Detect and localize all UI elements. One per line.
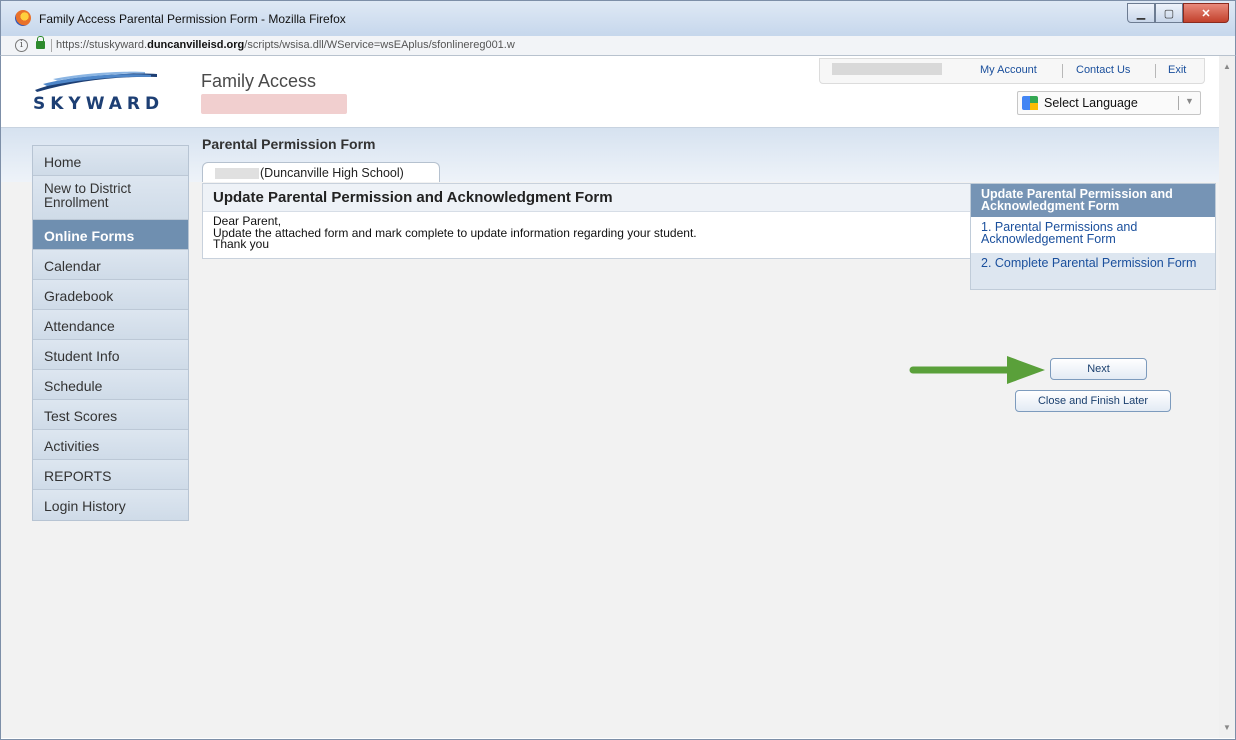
sidebar-item-calendar[interactable]: Calendar: [33, 250, 188, 280]
language-select[interactable]: Select Language ▼: [1017, 91, 1201, 115]
minimize-button[interactable]: ▁: [1127, 3, 1155, 23]
redacted-user-name: [832, 63, 942, 75]
url-domain: duncanvilleisd.org: [147, 39, 245, 51]
account-bar: My Account Contact Us Exit: [819, 58, 1205, 84]
address-bar[interactable]: i https://stuskyward.duncanvilleisd.org/…: [0, 36, 1236, 56]
skyward-logo[interactable]: SKYWARD: [31, 70, 161, 120]
close-and-finish-later-button[interactable]: Close and Finish Later: [1015, 390, 1171, 412]
sidebar-item-online-forms[interactable]: Online Forms: [33, 220, 188, 250]
firefox-icon: [15, 10, 31, 26]
sidebar-item-label: New to District Enrollment: [44, 181, 132, 210]
skyward-swoosh-icon: [35, 71, 157, 92]
vertical-scrollbar[interactable]: ▲ ▼: [1218, 56, 1235, 738]
redacted-student-name: [201, 94, 347, 114]
sidebar-item-home[interactable]: Home: [33, 146, 188, 176]
close-window-button[interactable]: ✕: [1183, 3, 1229, 23]
tab-student[interactable]: (Duncanville High School): [202, 162, 440, 182]
panel-message: Dear Parent, Update the attached form an…: [203, 212, 984, 255]
logo-text: SKYWARD: [33, 94, 165, 114]
scroll-down-icon[interactable]: ▼: [1223, 723, 1231, 732]
message-line: Update the attached form and mark comple…: [213, 225, 697, 240]
url-path: /scripts/wsisa.dll/WService=wsEAplus/sfo…: [244, 39, 515, 51]
info-icon[interactable]: i: [15, 39, 28, 52]
redacted-student-tab-name: [215, 168, 259, 179]
maximize-button[interactable]: ▢: [1155, 3, 1183, 23]
link-divider: [1155, 64, 1156, 78]
sidebar-nav: Home New to District Enrollment Online F…: [32, 145, 189, 521]
language-label: Select Language: [1044, 96, 1138, 110]
app-title: Family Access: [201, 71, 317, 91]
window-titlebar: Family Access Parental Permission Form -…: [0, 0, 1236, 36]
lock-icon: [36, 36, 45, 49]
sidebar-item-activities[interactable]: Activities: [33, 430, 188, 460]
form-panel: Update Parental Permission and Acknowled…: [202, 183, 985, 259]
sidebar-item-attendance[interactable]: Attendance: [33, 310, 188, 340]
exit-link[interactable]: Exit: [1168, 64, 1186, 76]
scroll-up-icon[interactable]: ▲: [1223, 62, 1231, 71]
panel-title: Update Parental Permission and Acknowled…: [203, 184, 984, 212]
green-arrow-icon: [909, 356, 1045, 384]
step-link-1[interactable]: 1. Parental Permissions and Acknowledgem…: [971, 217, 1215, 253]
window-title: Family Access Parental Permission Form -…: [39, 12, 346, 26]
url-text[interactable]: https://stuskyward.duncanvilleisd.org/sc…: [56, 39, 515, 51]
window-controls: ▁ ▢ ✕: [1127, 3, 1229, 23]
sidebar-item-reports[interactable]: REPORTS: [33, 460, 188, 490]
url-prefix: https://stuskyward.: [56, 39, 148, 51]
step-link-2[interactable]: 2. Complete Parental Permission Form: [971, 253, 1215, 289]
steps-panel: Update Parental Permission and Acknowled…: [970, 183, 1216, 290]
sidebar-item-student-info[interactable]: Student Info: [33, 340, 188, 370]
chevron-down-icon[interactable]: ▼: [1185, 96, 1194, 106]
sidebar-item-login-history[interactable]: Login History: [33, 490, 188, 520]
sidebar-item-gradebook[interactable]: Gradebook: [33, 280, 188, 310]
link-divider: [1062, 64, 1063, 78]
page-viewport: ▲ ▼ SKYWARD Family Access My Account Con…: [0, 56, 1236, 740]
sidebar-item-schedule[interactable]: Schedule: [33, 370, 188, 400]
page-title: Parental Permission Form: [202, 136, 376, 152]
tab-label: (Duncanville High School): [260, 166, 404, 180]
sidebar-item-test-scores[interactable]: Test Scores: [33, 400, 188, 430]
language-divider: [1178, 96, 1179, 110]
url-divider: [51, 39, 52, 52]
my-account-link[interactable]: My Account: [980, 64, 1037, 76]
google-translate-icon: [1022, 96, 1038, 110]
steps-header: Update Parental Permission and Acknowled…: [971, 184, 1215, 217]
next-button[interactable]: Next: [1050, 358, 1147, 380]
message-line: Thank you: [213, 237, 270, 251]
contact-us-link[interactable]: Contact Us: [1076, 64, 1130, 76]
sidebar-item-new-to-district[interactable]: New to District Enrollment: [33, 176, 188, 220]
site-header: SKYWARD Family Access My Account Contact…: [1, 56, 1219, 128]
